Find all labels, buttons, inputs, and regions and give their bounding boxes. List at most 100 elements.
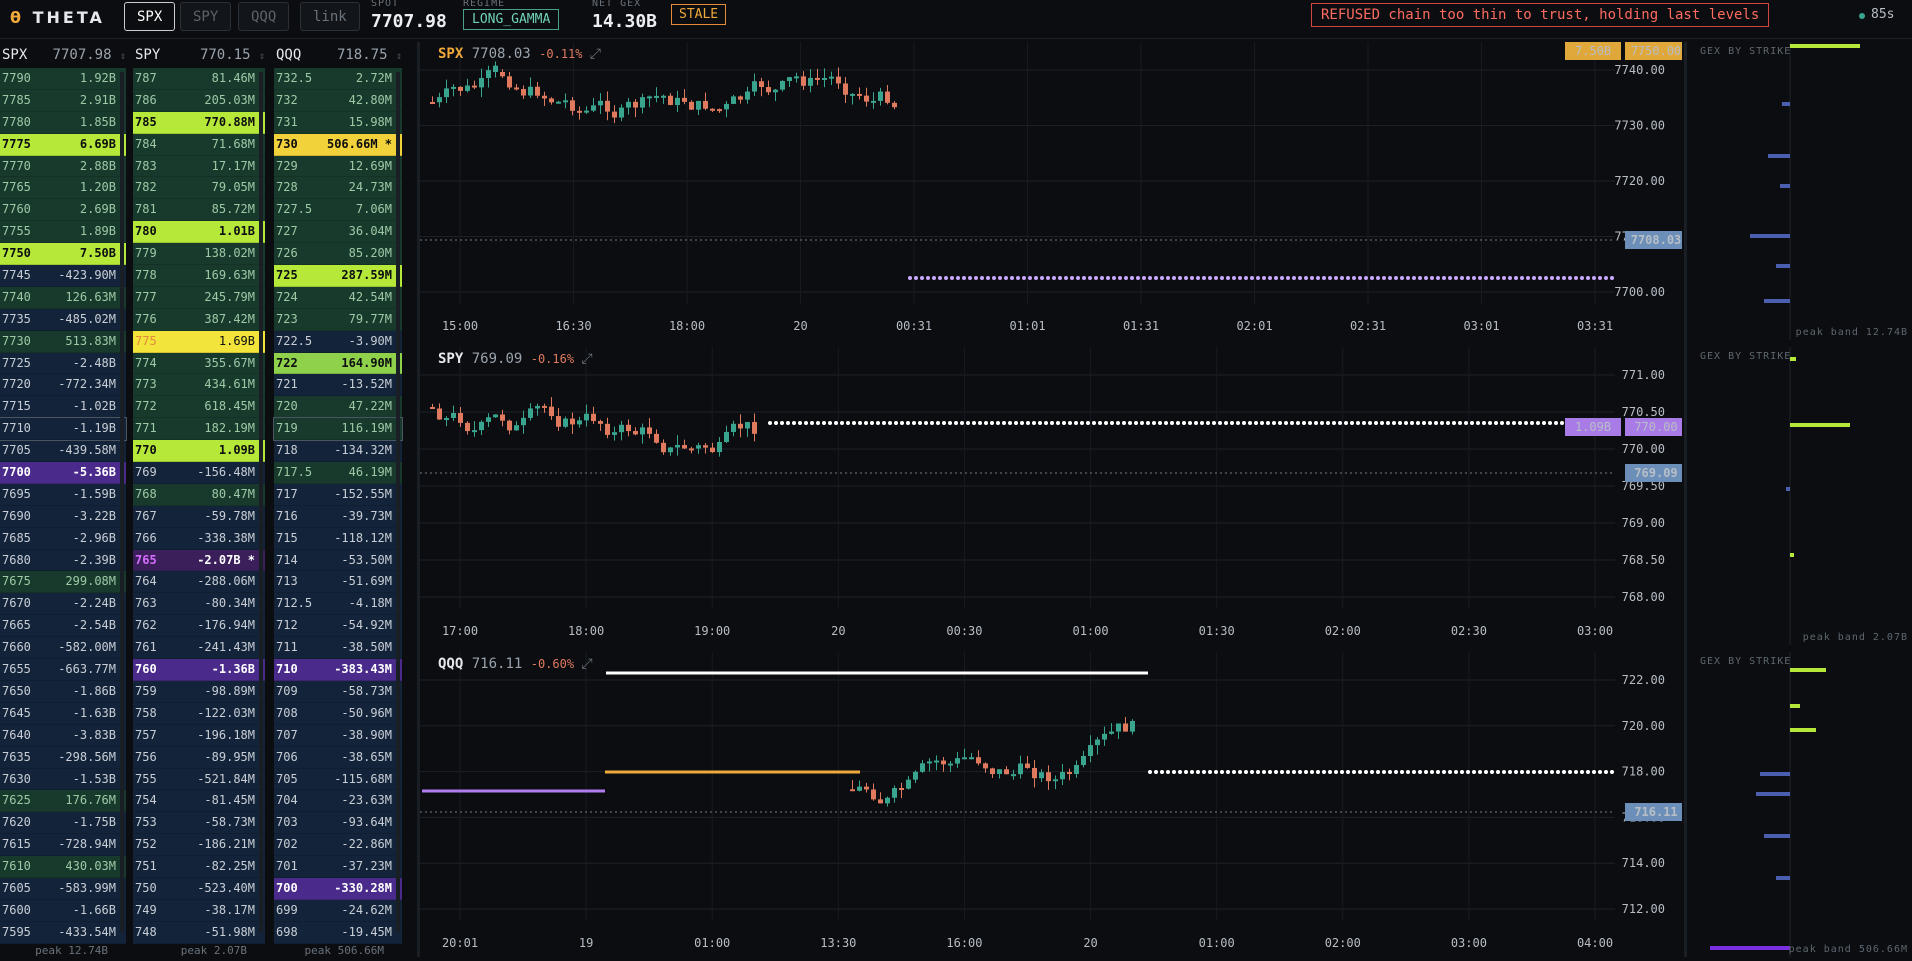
ladder-row[interactable]: 698 -19.45M: [274, 921, 402, 944]
ladder-row[interactable]: 7660 -582.00M: [0, 637, 126, 660]
ladder-row[interactable]: 758 -122.03M: [133, 702, 265, 725]
ladder-row[interactable]: 764 -288.06M: [133, 571, 265, 594]
ladder-row[interactable]: 7725 -2.48B: [0, 352, 126, 375]
ladder-row[interactable]: 727.5 7.06M: [274, 199, 402, 222]
ladder-row[interactable]: 757 -196.18M: [133, 724, 265, 747]
ladder-row[interactable]: 7760 2.69B: [0, 199, 126, 222]
ladder-row[interactable]: 773 434.61M: [133, 374, 265, 397]
expand-icon[interactable]: ⤢: [590, 46, 601, 62]
ladder-row[interactable]: 707 -38.90M: [274, 724, 402, 747]
ladder-row[interactable]: 7765 1.20B: [0, 177, 126, 200]
ladder-row[interactable]: 711 -38.50M: [274, 637, 402, 660]
expand-icon[interactable]: ⤢: [581, 351, 592, 367]
ladder-row[interactable]: 7705 -439.58M: [0, 440, 126, 463]
ladder-row[interactable]: 768 80.47M: [133, 483, 265, 506]
ladder-row[interactable]: 7595 -433.54M: [0, 921, 126, 944]
ladder-row[interactable]: 784 71.68M: [133, 133, 265, 156]
chart-spy[interactable]: 771.00 770.50 770.00 769.50 769.00 768.50 768.…: [420, 347, 1687, 645]
ladder-row[interactable]: 708 -50.96M: [274, 702, 402, 725]
sort-icon[interactable]: ⇕: [120, 51, 126, 62]
ladder-row[interactable]: 754 -81.45M: [133, 790, 265, 813]
ladder-row[interactable]: 699 -24.62M: [274, 899, 402, 922]
ladder-row[interactable]: 752 -186.21M: [133, 834, 265, 857]
ladder-row[interactable]: 753 -58.73M: [133, 812, 265, 835]
ladder-row[interactable]: 7645 -1.63B: [0, 702, 126, 725]
ladder-row[interactable]: 756 -89.95M: [133, 746, 265, 769]
ladder-row[interactable]: 717 -152.55M: [274, 483, 402, 506]
ladder-row[interactable]: 709 -58.73M: [274, 680, 402, 703]
ladder-row[interactable]: 777 245.79M: [133, 286, 265, 309]
ladder-header[interactable]: SPY 770.15 ⇕: [133, 42, 265, 68]
ladder-row[interactable]: 731 15.98M: [274, 111, 402, 134]
ladder-row[interactable]: 7775 6.69B: [0, 133, 126, 156]
ladder-row[interactable]: 785 770.88M: [133, 111, 265, 134]
ladder-row[interactable]: 781 85.72M: [133, 199, 265, 222]
ladder-row[interactable]: 727 36.04M: [274, 221, 402, 244]
ladder-row[interactable]: 7635 -298.56M: [0, 746, 126, 769]
expand-icon[interactable]: ⤢: [581, 656, 592, 672]
ladder-row[interactable]: 7740 126.63M: [0, 286, 126, 309]
ladder-row[interactable]: 7695 -1.59B: [0, 483, 126, 506]
ladder-row[interactable]: 7755 1.89B: [0, 221, 126, 244]
ladder-row[interactable]: 702 -22.86M: [274, 834, 402, 857]
ladder-row[interactable]: 766 -338.38M: [133, 527, 265, 550]
ladder-row[interactable]: 716 -39.73M: [274, 505, 402, 528]
ladder-row[interactable]: 783 17.17M: [133, 155, 265, 178]
ladder-row[interactable]: 7700 -5.36B: [0, 462, 126, 484]
ladder-row[interactable]: 720 47.22M: [274, 396, 402, 419]
ladder-row[interactable]: 7650 -1.86B: [0, 680, 126, 703]
ladder-row[interactable]: 748 -51.98M: [133, 921, 265, 944]
ladder-row[interactable]: 7720 -772.34M: [0, 374, 126, 397]
ladder-row[interactable]: 7785 2.91B: [0, 89, 126, 112]
ladder-row[interactable]: 759 -98.89M: [133, 680, 265, 703]
ladder-row[interactable]: 7690 -3.22B: [0, 505, 126, 528]
ladder-row[interactable]: 725 287.59M: [274, 265, 402, 287]
ladder-row[interactable]: 7780 1.85B: [0, 111, 126, 134]
ladder-row[interactable]: 7620 -1.75B: [0, 812, 126, 835]
ladder-row[interactable]: 705 -115.68M: [274, 768, 402, 791]
ladder-row[interactable]: 771 182.19M: [133, 418, 265, 441]
ladder-header[interactable]: SPX 7707.98 ⇕: [0, 42, 126, 68]
ladder-row[interactable]: 750 -523.40M: [133, 877, 265, 900]
ladder-row[interactable]: 7610 430.03M: [0, 856, 126, 878]
ladder-row[interactable]: 723 79.77M: [274, 308, 402, 331]
ladder-row[interactable]: 719 116.19M: [273, 417, 403, 442]
ladder-row[interactable]: 729 12.69M: [274, 155, 402, 178]
tab-spx[interactable]: SPX: [124, 2, 176, 31]
ladder-row[interactable]: 760 -1.36B: [133, 659, 265, 681]
ladder-row[interactable]: 763 -80.34M: [133, 593, 265, 616]
ladder-row[interactable]: 728 24.73M: [274, 177, 402, 200]
ladder-row[interactable]: 7750 7.50B: [0, 243, 126, 266]
ladder-row[interactable]: 7625 176.76M: [0, 790, 126, 813]
ladder-row[interactable]: 774 355.67M: [133, 352, 265, 375]
ladder-row[interactable]: 7680 -2.39B: [0, 549, 126, 572]
ladder-row[interactable]: 704 -23.63M: [274, 790, 402, 813]
ladder-row[interactable]: 722 164.90M: [274, 352, 402, 375]
ladder-row[interactable]: 732.5 2.72M: [274, 68, 402, 90]
ladder-row[interactable]: 7715 -1.02B: [0, 396, 126, 419]
link-toggle[interactable]: link: [300, 2, 360, 31]
ladder-row[interactable]: 7710 -1.19B: [0, 417, 127, 442]
ladder-row[interactable]: 730 506.66M *: [274, 133, 402, 156]
ladder-row[interactable]: 765 -2.07B *: [133, 549, 265, 572]
ladder-scrollbar[interactable]: [259, 72, 263, 932]
ladder-row[interactable]: 755 -521.84M: [133, 768, 265, 791]
ladder-row[interactable]: 7745 -423.90M: [0, 265, 126, 287]
ladder-row[interactable]: 778 169.63M: [133, 265, 265, 287]
ladder-row[interactable]: 7670 -2.24B: [0, 593, 126, 616]
ladder-row[interactable]: 780 1.01B: [133, 221, 265, 244]
ladder-row[interactable]: 712.5 -4.18M: [274, 593, 402, 616]
ladder-row[interactable]: 7640 -3.83B: [0, 724, 126, 747]
ladder-row[interactable]: 751 -82.25M: [133, 856, 265, 878]
ladder-row[interactable]: 7735 -485.02M: [0, 308, 126, 331]
ladder-header[interactable]: QQQ 718.75 ⇕: [274, 42, 402, 68]
ladder-row[interactable]: 770 1.09B: [133, 440, 265, 463]
ladder-row[interactable]: 706 -38.65M: [274, 746, 402, 769]
ladder-row[interactable]: 7615 -728.94M: [0, 834, 126, 857]
ladder-row[interactable]: 712 -54.92M: [274, 615, 402, 638]
tab-qqq[interactable]: QQQ: [238, 2, 290, 31]
ladder-row[interactable]: 786 205.03M: [133, 89, 265, 112]
ladder-row[interactable]: 7655 -663.77M: [0, 659, 126, 681]
ladder-row[interactable]: 7630 -1.53B: [0, 768, 126, 791]
ladder-row[interactable]: 7685 -2.96B: [0, 527, 126, 550]
